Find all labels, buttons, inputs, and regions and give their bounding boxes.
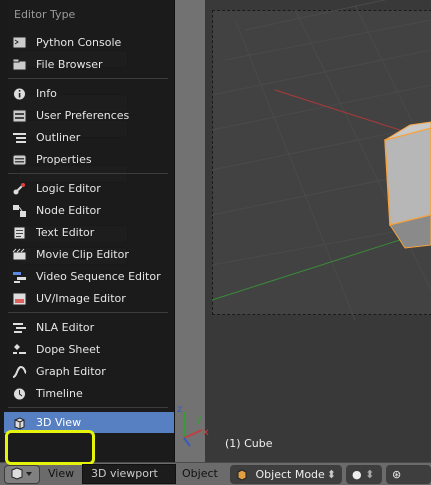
logic-icon	[11, 182, 27, 196]
menu-item-node-editor[interactable]: Node Editor	[4, 200, 174, 221]
menu-item-uv-image-editor[interactable]: UV/Image Editor	[4, 288, 174, 309]
view3d-editor-icon	[11, 467, 32, 480]
menu-item-python-console[interactable]: Python Console	[4, 32, 174, 53]
axis-gizmo-icon: y x z	[177, 404, 209, 447]
menu-item-label: Video Sequence Editor	[36, 270, 161, 283]
menu-item-label: Info	[36, 87, 57, 100]
pivot-icon: ⊛	[392, 468, 402, 481]
menu-item-label: Properties	[36, 153, 92, 166]
menu-item-timeline[interactable]: Timeline	[4, 383, 174, 404]
mode-select[interactable]: Object Mode ⬍	[230, 465, 342, 484]
menu-item-graph-editor[interactable]: Graph Editor	[4, 361, 174, 382]
object-menu[interactable]: Object	[182, 467, 218, 480]
dopesheet-icon	[11, 343, 27, 357]
menu-item-label: 3D View	[36, 416, 82, 429]
menu-item-label: Node Editor	[36, 204, 101, 217]
shading-sphere-icon: ●	[352, 468, 362, 481]
info-icon	[11, 87, 27, 101]
menu-title: Editor Type	[14, 8, 76, 21]
menu-item-logic-editor[interactable]: Logic Editor	[4, 178, 174, 199]
menu-separator	[8, 312, 168, 313]
pivot-select[interactable]: ⊛	[386, 465, 431, 484]
outliner-icon	[11, 131, 27, 145]
editor-type-menu: Editor Type Python Console File Browser In…	[0, 0, 175, 462]
menu-item-label: Timeline	[36, 387, 83, 400]
menu-item-file-browser[interactable]: File Browser	[4, 54, 174, 75]
nla-icon	[11, 321, 27, 335]
menu-item-label: Python Console	[36, 36, 122, 49]
menu-item-outliner[interactable]: Outliner	[4, 127, 174, 148]
image-icon	[11, 292, 27, 306]
menu-item-dope-sheet[interactable]: Dope Sheet	[4, 339, 174, 360]
cube-mode-icon	[236, 469, 248, 481]
svg-text:z: z	[177, 404, 182, 415]
menu-item-label: Text Editor	[36, 226, 95, 239]
node-icon	[11, 204, 27, 218]
properties-icon	[11, 153, 27, 167]
menu-item-info[interactable]: Info	[4, 83, 174, 104]
viewport-header: View Object Object Mode ⬍ ● ⬍ ⊛	[0, 462, 431, 485]
menu-item-label: Outliner	[36, 131, 81, 144]
highlight-annotation	[5, 430, 95, 465]
preferences-icon	[11, 109, 27, 123]
shading-select[interactable]: ● ⬍	[346, 465, 382, 484]
viewport-scene	[211, 0, 431, 321]
object-info: (1) Cube	[225, 437, 273, 450]
editor-type-button[interactable]	[4, 465, 40, 484]
menu-separator	[8, 78, 168, 79]
menu-item-properties[interactable]: Properties	[4, 149, 174, 170]
mode-label: Object Mode	[255, 468, 325, 481]
sequence-icon	[11, 270, 27, 284]
file-browser-icon	[11, 58, 27, 72]
menu-item-video-sequence-editor[interactable]: Video Sequence Editor	[4, 266, 174, 287]
blender-window: y x z (1) Cube View Object Object Mode ⬍…	[0, 0, 431, 485]
menu-item-movie-clip-editor[interactable]: Movie Clip Editor	[4, 244, 174, 265]
menu-item-label: User Preferences	[36, 109, 130, 122]
svg-text:x: x	[203, 427, 209, 438]
menu-separator	[8, 407, 168, 408]
view3d-icon	[11, 416, 27, 430]
menu-item-text-editor[interactable]: Text Editor	[4, 222, 174, 243]
menu-item-label: Graph Editor	[36, 365, 106, 378]
y-axis-line	[211, 229, 431, 301]
timeline-icon	[11, 387, 27, 401]
text-icon	[11, 226, 27, 240]
menu-separator	[8, 173, 168, 174]
menu-item-user-preferences[interactable]: User Preferences	[4, 105, 174, 126]
tooltip: 3D viewport	[82, 464, 176, 484]
cube[interactable]	[384, 121, 431, 249]
menu-item-label: UV/Image Editor	[36, 292, 126, 305]
graph-icon	[11, 365, 27, 379]
svg-text:y: y	[196, 414, 202, 425]
view-menu[interactable]: View	[48, 467, 74, 480]
menu-item-label: NLA Editor	[36, 321, 95, 334]
menu-item-label: Logic Editor	[36, 182, 101, 195]
console-icon	[11, 36, 27, 50]
menu-item-label: Movie Clip Editor	[36, 248, 129, 261]
menu-item-nla-editor[interactable]: NLA Editor	[4, 317, 174, 338]
clip-icon	[11, 248, 27, 262]
updown-icon: ⬍	[361, 468, 375, 481]
menu-item-label: File Browser	[36, 58, 103, 71]
menu-item-label: Dope Sheet	[36, 343, 101, 356]
updown-icon: ⬍	[326, 468, 336, 481]
